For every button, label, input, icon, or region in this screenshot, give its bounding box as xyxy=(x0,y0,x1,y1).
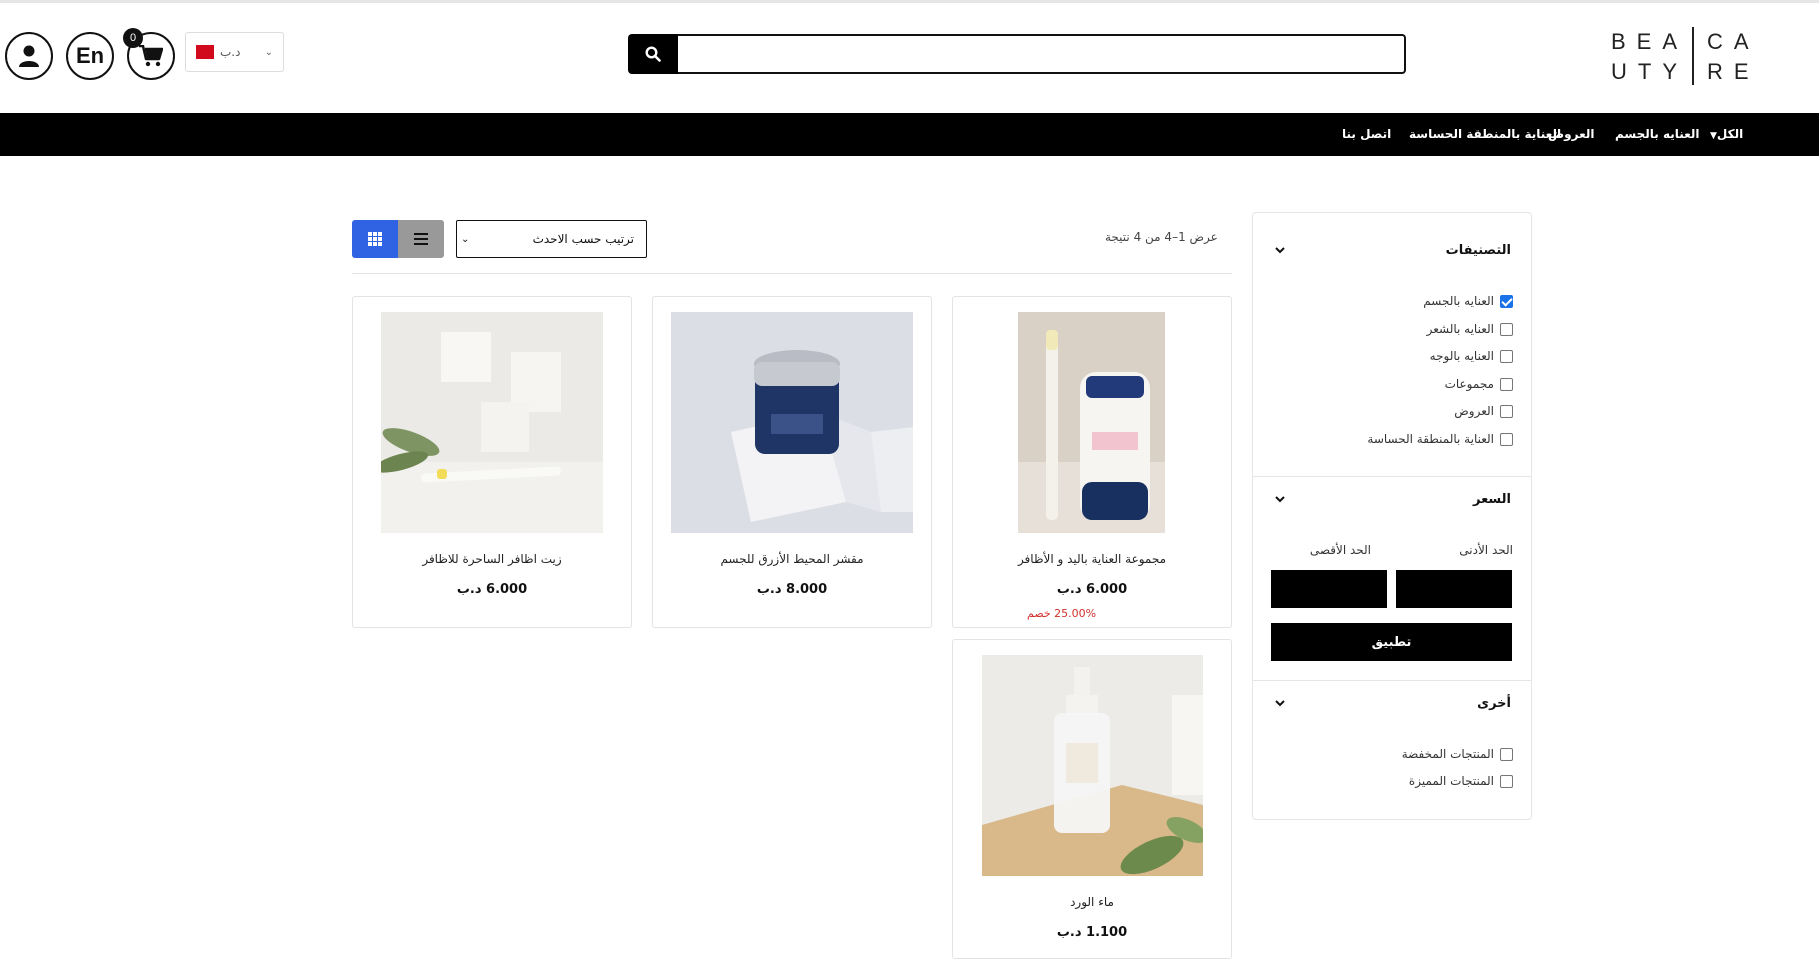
product-price: 6.000 د.ب xyxy=(456,582,528,597)
checkbox[interactable] xyxy=(1500,774,1513,788)
sort-label: ترتيب حسب الاحدث xyxy=(532,232,634,246)
checkbox[interactable] xyxy=(1500,747,1513,761)
user-icon xyxy=(19,45,39,67)
filter-label: مجموعات xyxy=(1444,377,1494,391)
account-button[interactable] xyxy=(5,32,53,80)
product-image[interactable] xyxy=(982,655,1203,876)
apply-price-button[interactable]: تطبيق xyxy=(1271,623,1512,661)
product-title[interactable]: زيت اظافر الساحرة للاظافر xyxy=(353,552,631,566)
checkbox[interactable] xyxy=(1500,432,1513,446)
chevron-down-icon[interactable] xyxy=(1273,243,1287,257)
brand-logo[interactable]: BEA UTY CA RE xyxy=(1611,25,1751,85)
filter-label: العنايه بالجسم xyxy=(1423,294,1494,308)
chevron-down-icon: ⌄ xyxy=(461,233,470,245)
divider xyxy=(1253,680,1531,681)
product-title[interactable]: مجموعة العناية باليد و الأظافر xyxy=(953,552,1231,566)
chevron-down-icon: ⌄ xyxy=(264,46,273,58)
logo-text: CA xyxy=(1707,29,1760,54)
product-title[interactable]: مقشر المحيط الأزرق للجسم xyxy=(653,552,931,566)
filter-label: العنايه بالشعر xyxy=(1426,322,1494,336)
product-image[interactable] xyxy=(381,312,603,533)
product-image[interactable] xyxy=(1018,312,1165,533)
category-filter-item[interactable]: العنايه بالشعر xyxy=(1427,322,1513,336)
product-card[interactable]: مجموعة العناية باليد و الأظافر 6.000 د.ب… xyxy=(952,296,1232,628)
categories-title: التصنيفات xyxy=(1445,243,1511,258)
checkbox[interactable] xyxy=(1500,349,1513,363)
grid-icon xyxy=(368,232,382,246)
search-button[interactable] xyxy=(628,34,678,74)
product-card[interactable]: مقشر المحيط الأزرق للجسم 8.000 د.ب xyxy=(652,296,932,628)
cart-icon xyxy=(139,45,163,67)
filter-label: العروض xyxy=(1454,404,1494,418)
logo-text: BEA xyxy=(1611,29,1689,54)
currency-label: د.ب xyxy=(220,45,241,59)
nav-item-contact[interactable]: اتصل بنا xyxy=(1342,113,1391,156)
nav-item-label: الكل xyxy=(1716,127,1744,141)
min-price-label: الحد الأدنى xyxy=(1459,543,1513,557)
logo-text: UTY xyxy=(1611,59,1688,84)
cart-count-badge: 0 xyxy=(123,28,143,48)
max-price-input[interactable] xyxy=(1271,570,1387,608)
list-icon xyxy=(414,233,428,245)
max-price-label: الحد الأقصى xyxy=(1309,543,1371,557)
cart-button[interactable]: 0 xyxy=(123,28,175,80)
nav-item-body-care[interactable]: العنايه بالجسم xyxy=(1615,113,1700,156)
search-icon xyxy=(645,46,661,62)
currency-selector[interactable]: د.ب ⌄ xyxy=(185,32,284,72)
price-title: السعر xyxy=(1473,492,1511,507)
category-filter-item[interactable]: مجموعات xyxy=(1445,377,1513,391)
checkbox[interactable] xyxy=(1500,377,1513,391)
list-view-button[interactable] xyxy=(398,220,444,258)
divider xyxy=(1253,476,1531,477)
checkbox[interactable] xyxy=(1500,294,1513,308)
chevron-down-icon[interactable] xyxy=(1273,492,1287,506)
product-card[interactable]: ماء الورد 1.100 د.ب xyxy=(952,639,1232,959)
logo-divider xyxy=(1692,27,1694,85)
result-count: عرض 1–4 من 4 نتيجة xyxy=(1105,230,1218,244)
category-filter-item[interactable]: العنايه بالجسم xyxy=(1423,294,1513,308)
discount-badge: 25.00% خصم xyxy=(1027,607,1097,620)
other-filter-item[interactable]: المنتجات المميزة xyxy=(1409,774,1513,788)
logo-text: RE xyxy=(1707,59,1760,84)
bahrain-flag-icon xyxy=(196,45,214,59)
divider xyxy=(352,273,1232,274)
filter-label: المنتجات المخفضة xyxy=(1401,747,1494,761)
language-button[interactable]: En xyxy=(66,32,114,80)
filter-sidebar: التصنيفات العنايه بالجسم العنايه بالشعر … xyxy=(1252,212,1532,820)
min-price-input[interactable] xyxy=(1396,570,1512,608)
checkbox[interactable] xyxy=(1500,404,1513,418)
search-input[interactable] xyxy=(678,34,1406,74)
nav-item-all[interactable]: الكل▼ xyxy=(1710,113,1743,156)
product-image[interactable] xyxy=(671,312,913,533)
category-filter-item[interactable]: العناية بالمنطقة الحساسة xyxy=(1367,432,1513,446)
product-price: 1.100 د.ب xyxy=(1056,925,1128,940)
other-filter-item[interactable]: المنتجات المخفضة xyxy=(1402,747,1513,761)
product-title[interactable]: ماء الورد xyxy=(953,895,1231,909)
other-title: أخرى xyxy=(1477,696,1511,711)
nav-item-intimate-care[interactable]: العناية بالمنطقة الحساسة xyxy=(1409,113,1561,156)
checkbox[interactable] xyxy=(1500,322,1513,336)
chevron-down-icon[interactable] xyxy=(1273,696,1287,710)
product-price: 8.000 د.ب xyxy=(756,582,828,597)
product-price: 6.000 د.ب xyxy=(1056,582,1128,597)
main-nav: الكل▼ العنايه بالجسم العروض العناية بالم… xyxy=(0,113,1819,156)
product-card[interactable]: زيت اظافر الساحرة للاظافر 6.000 د.ب xyxy=(352,296,632,628)
category-filter-item[interactable]: العروض xyxy=(1454,404,1513,418)
filter-label: المنتجات المميزة xyxy=(1408,774,1494,788)
search-bar xyxy=(628,34,1406,74)
filter-label: العناية بالمنطقة الحساسة xyxy=(1367,432,1494,446)
filter-label: العنايه بالوجه xyxy=(1429,349,1494,363)
category-filter-item[interactable]: العنايه بالوجه xyxy=(1430,349,1513,363)
caret-down-icon: ▼ xyxy=(1710,131,1717,141)
grid-view-button[interactable] xyxy=(352,220,398,258)
sort-select[interactable]: ترتيب حسب الاحدث ⌄ xyxy=(456,220,647,258)
header: En 0 د.ب ⌄ BEA UTY CA RE xyxy=(0,3,1819,113)
